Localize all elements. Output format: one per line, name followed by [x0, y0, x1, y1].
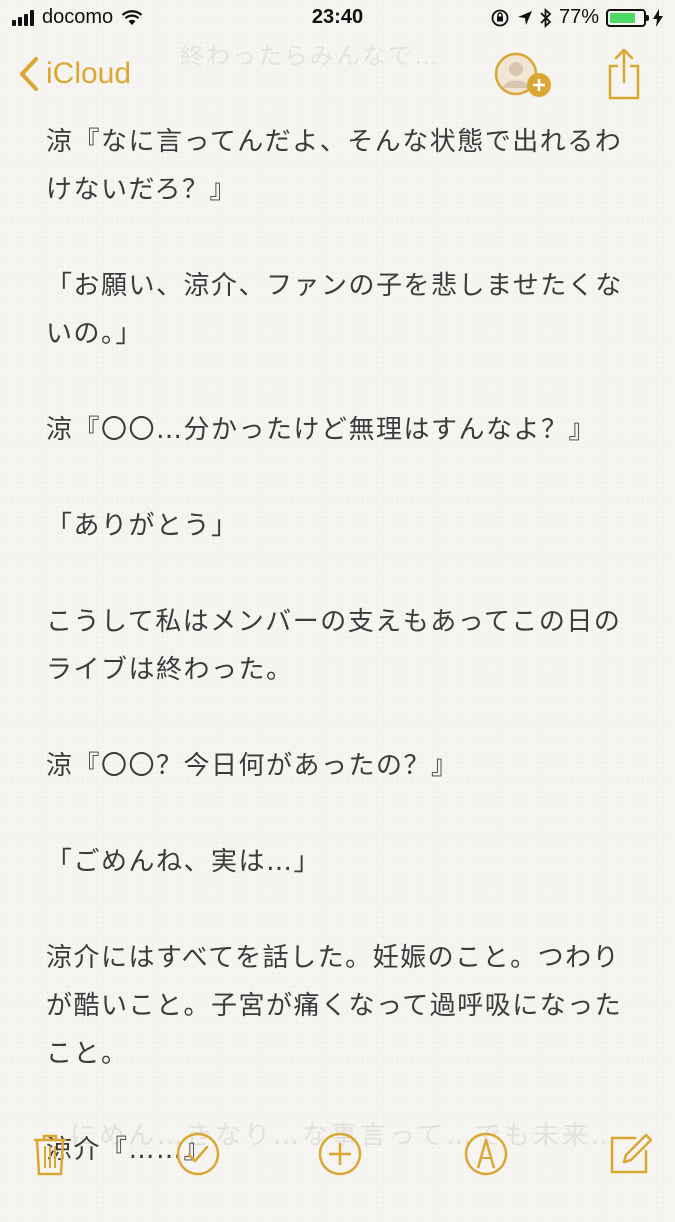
- back-button[interactable]: iCloud: [18, 56, 131, 92]
- status-bar: docomo 23:40 77%: [0, 0, 675, 40]
- trash-icon[interactable]: [26, 1130, 74, 1178]
- compose-icon[interactable]: [606, 1130, 654, 1178]
- add-icon[interactable]: [316, 1130, 364, 1178]
- note-paragraph: 「ごめんね、実は…」: [46, 847, 322, 877]
- note-paragraph: 涼『〇〇？今日何があったの？』: [46, 751, 459, 781]
- checklist-icon[interactable]: [174, 1130, 222, 1178]
- charging-icon: [653, 8, 663, 27]
- orientation-lock-icon: [491, 9, 509, 26]
- battery-fill: [610, 12, 635, 23]
- note-paragraph: こうして私はメンバーの支えもあってこの日のライブは終わった。: [46, 607, 622, 685]
- sketch-icon[interactable]: [462, 1130, 510, 1178]
- battery-icon: [606, 8, 649, 27]
- note-paragraph: 涼『なに言ってんだよ、そんな状態で出れるわけないだろ？』: [46, 127, 623, 205]
- chevron-left-icon: [20, 57, 38, 91]
- location-icon: [517, 10, 532, 25]
- share-icon[interactable]: [604, 46, 644, 102]
- back-label: iCloud: [46, 57, 132, 90]
- note-paragraph: 涼『〇〇…分かったけど無理はすんなよ？』: [46, 415, 597, 445]
- status-right: 77%: [490, 6, 663, 29]
- bottom-toolbar: にめん…きなり…な事言って…でも未来…: [0, 1112, 675, 1200]
- note-paragraph: 「ありがとう」: [46, 511, 239, 541]
- note-paragraph: 涼介にはすべてを話した。妊娠のこと。つわりが酷いこと。子宮が痛くなって過呼吸にな…: [46, 943, 623, 1069]
- note-paragraph: 「お願い、涼介、ファンの子を悲しませたくないの。」: [46, 271, 623, 349]
- bluetooth-icon: [540, 7, 552, 28]
- note-body[interactable]: 涼『なに言ってんだよ、そんな状態で出れるわけないだろ？』 「お願い、涼介、ファン…: [46, 118, 646, 1222]
- nav-show-through-text: 終わったらみんなで…: [180, 42, 440, 70]
- add-person-button[interactable]: [494, 52, 556, 102]
- nav-bar: 終わったらみんなで… iCloud: [0, 40, 675, 112]
- battery-percent: 77%: [558, 6, 599, 28]
